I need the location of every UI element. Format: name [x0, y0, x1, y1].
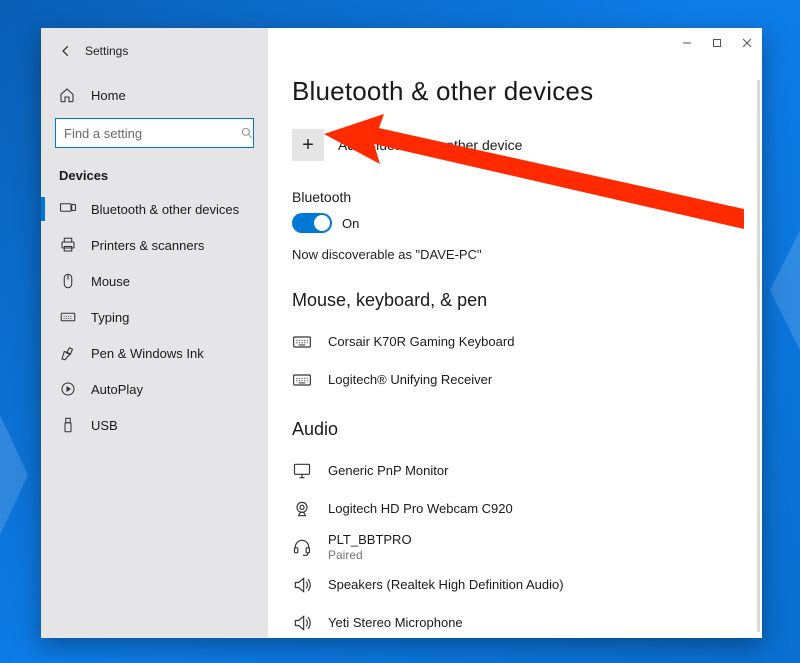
sidebar-item-usb[interactable]: USB: [41, 407, 268, 443]
back-button[interactable]: [57, 44, 75, 58]
sidebar-item-autoplay[interactable]: AutoPlay: [41, 371, 268, 407]
bluetooth-toggle[interactable]: [292, 213, 332, 233]
device-name: Yeti Stereo Microphone: [328, 615, 463, 631]
toggle-state-label: On: [342, 216, 359, 231]
bt-icon: [59, 200, 81, 218]
device-name: Generic PnP Monitor: [328, 463, 448, 479]
bluetooth-heading: Bluetooth: [292, 189, 738, 205]
content-area: Bluetooth & other devices + Add Bluetoot…: [268, 28, 762, 638]
page-title: Bluetooth & other devices: [292, 76, 738, 107]
printers-icon: [59, 236, 81, 254]
add-device-button[interactable]: + Add Bluetooth or other device: [292, 129, 738, 161]
device-name: PLT_BBTPROPaired: [328, 532, 412, 562]
sidebar-item-label: Pen & Windows Ink: [91, 346, 204, 361]
speaker-icon: [292, 575, 318, 595]
device-name: Logitech HD Pro Webcam C920: [328, 501, 513, 517]
sidebar-item-printers[interactable]: Printers & scanners: [41, 227, 268, 263]
titlebar-left: Settings: [41, 38, 268, 64]
sidebar-item-typing[interactable]: Typing: [41, 299, 268, 335]
mouse-icon: [59, 272, 81, 290]
usb-icon: [59, 416, 81, 434]
close-button[interactable]: [732, 28, 762, 58]
device-name: Speakers (Realtek High Definition Audio): [328, 577, 564, 593]
sidebar: Settings Home Devices Bluetooth & other …: [41, 28, 268, 638]
bluetooth-toggle-row: On: [292, 213, 738, 233]
search-container: [41, 114, 268, 148]
scrollbar[interactable]: [757, 80, 760, 632]
sidebar-item-label: Printers & scanners: [91, 238, 204, 253]
desktop-decor: [770, 230, 800, 350]
keyboard-icon: [292, 370, 318, 390]
device-item[interactable]: Logitech® Unifying Receiver: [292, 361, 738, 399]
pen-icon: [59, 344, 81, 362]
desktop-decor: [0, 415, 28, 535]
device-item[interactable]: Yeti Stereo Microphone: [292, 604, 738, 638]
webcam-icon: [292, 499, 318, 519]
home-icon: [59, 87, 81, 103]
sidebar-item-bt[interactable]: Bluetooth & other devices: [41, 191, 268, 227]
autoplay-icon: [59, 380, 81, 398]
device-list-mkp: Corsair K70R Gaming Keyboard Logitech® Un…: [292, 323, 738, 399]
sidebar-item-pen[interactable]: Pen & Windows Ink: [41, 335, 268, 371]
minimize-button[interactable]: [672, 28, 702, 58]
device-item[interactable]: Generic PnP Monitor: [292, 452, 738, 490]
search-box[interactable]: [55, 118, 254, 148]
device-list-audio: Generic PnP Monitor Logitech HD Pro Webca…: [292, 452, 738, 638]
sidebar-item-label: Bluetooth & other devices: [91, 202, 239, 217]
device-name: Logitech® Unifying Receiver: [328, 372, 492, 388]
device-item[interactable]: Corsair K70R Gaming Keyboard: [292, 323, 738, 361]
sidebar-section-header: Devices: [41, 148, 268, 191]
window-controls: [672, 28, 762, 58]
search-icon: [240, 126, 254, 140]
headset-icon: [292, 537, 318, 557]
sidebar-item-label: Typing: [91, 310, 129, 325]
device-item[interactable]: Speakers (Realtek High Definition Audio): [292, 566, 738, 604]
settings-window: Settings Home Devices Bluetooth & other …: [41, 28, 762, 638]
device-name: Corsair K70R Gaming Keyboard: [328, 334, 514, 350]
add-device-label: Add Bluetooth or other device: [338, 137, 522, 153]
sidebar-item-label: Mouse: [91, 274, 130, 289]
sidebar-item-label: USB: [91, 418, 118, 433]
device-item[interactable]: PLT_BBTPROPaired: [292, 528, 738, 566]
sidebar-nav-list: Bluetooth & other devices Printers & scan…: [41, 191, 268, 443]
section-title-mkp: Mouse, keyboard, & pen: [292, 290, 738, 311]
plus-icon: +: [292, 129, 324, 161]
app-title: Settings: [85, 44, 128, 58]
keyboard-icon: [292, 332, 318, 352]
typing-icon: [59, 308, 81, 326]
device-item[interactable]: Logitech HD Pro Webcam C920: [292, 490, 738, 528]
section-title-audio: Audio: [292, 419, 738, 440]
discoverable-text: Now discoverable as "DAVE-PC": [292, 247, 738, 262]
home-label: Home: [91, 88, 126, 103]
maximize-button[interactable]: [702, 28, 732, 58]
home-nav[interactable]: Home: [41, 76, 268, 114]
sidebar-item-mouse[interactable]: Mouse: [41, 263, 268, 299]
sidebar-item-label: AutoPlay: [91, 382, 143, 397]
speaker-icon: [292, 613, 318, 633]
search-input[interactable]: [64, 126, 240, 141]
monitor-icon: [292, 461, 318, 481]
